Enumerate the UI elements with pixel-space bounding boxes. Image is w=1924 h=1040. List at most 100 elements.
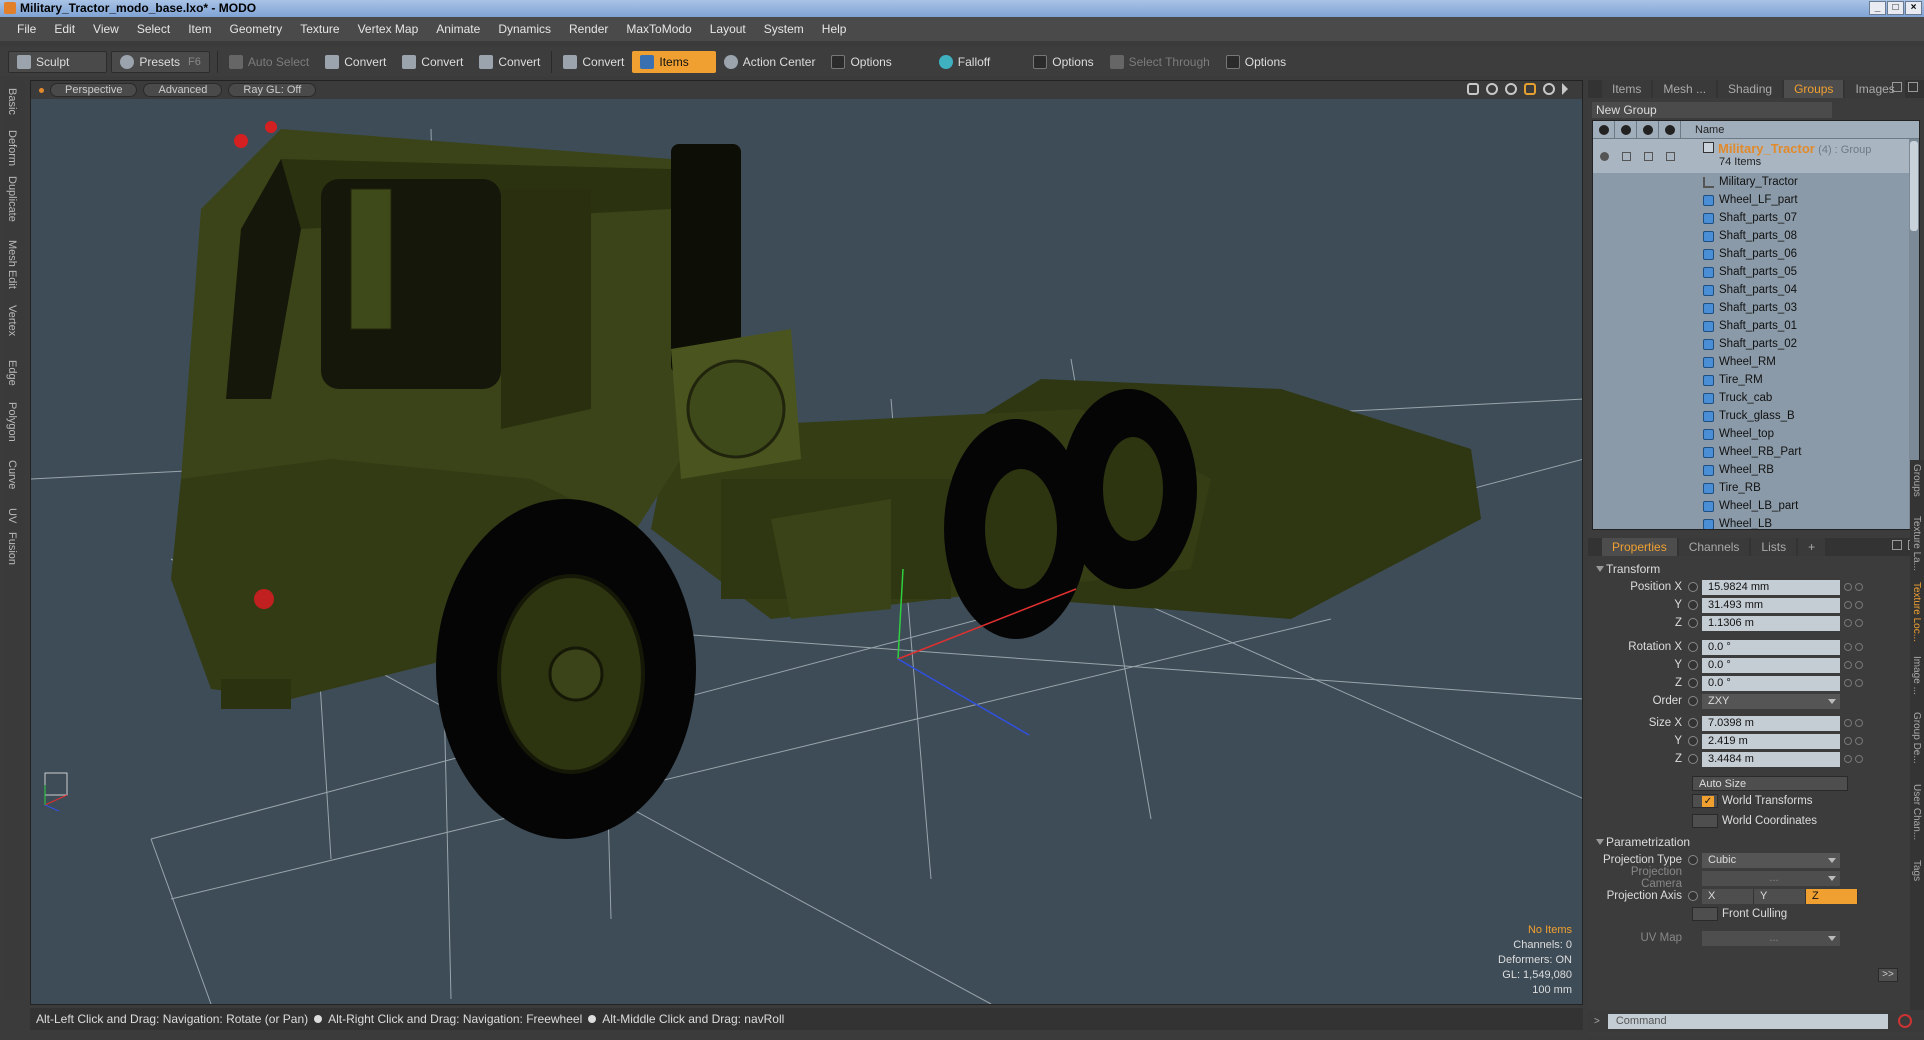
world-transforms-checkbox[interactable]: ✓ <box>1692 794 1718 808</box>
tree-item-row[interactable]: Shaft_parts_01 <box>1593 317 1919 335</box>
convert-button-3[interactable]: Convert <box>471 51 548 73</box>
channel-toggles[interactable] <box>1844 719 1863 727</box>
menu-maxtomodo[interactable]: MaxToModo <box>617 22 700 36</box>
action-center-button[interactable]: Action Center <box>716 51 824 73</box>
tab-mesh[interactable]: Mesh ... <box>1653 80 1717 98</box>
tree-item-row[interactable]: Truck_cab <box>1593 389 1919 407</box>
menu-select[interactable]: Select <box>128 22 179 36</box>
axis-y-option[interactable]: Y <box>1754 888 1806 904</box>
menu-system[interactable]: System <box>755 22 813 36</box>
channel-toggles[interactable] <box>1844 619 1863 627</box>
auto-size-button[interactable]: Auto Size <box>1692 775 1848 791</box>
rotation-x-field[interactable]: 0.0 ° <box>1702 639 1840 655</box>
front-culling-checkbox[interactable] <box>1692 907 1718 921</box>
channel-toggles[interactable] <box>1844 583 1863 591</box>
projection-camera-dropdown[interactable]: ... <box>1702 870 1840 886</box>
maximize-button[interactable]: □ <box>1887 1 1904 15</box>
tab-groups[interactable]: Groups <box>1784 80 1844 98</box>
tab-channels[interactable]: Channels <box>1678 538 1750 556</box>
tree-item-row[interactable]: Truck_glass_B <box>1593 407 1919 425</box>
tab-shading[interactable]: Shading <box>1718 80 1783 98</box>
render-toggle-icon[interactable] <box>1621 151 1631 161</box>
convert-button-1[interactable]: Convert <box>317 51 394 73</box>
transform-section[interactable]: Transform <box>1592 560 1920 578</box>
tree-item-row[interactable]: Shaft_parts_02 <box>1593 335 1919 353</box>
channel-toggles[interactable] <box>1844 737 1863 745</box>
tab-items[interactable]: Items <box>1602 80 1652 98</box>
keyframe-icon[interactable] <box>1688 696 1698 706</box>
channel-toggles[interactable] <box>1844 601 1863 609</box>
select-col-icon[interactable] <box>1659 121 1681 139</box>
channel-toggles[interactable] <box>1844 661 1863 669</box>
new-group-button[interactable]: New Group <box>1592 102 1832 118</box>
uv-map-dropdown[interactable]: ... <box>1702 930 1840 946</box>
menu-layout[interactable]: Layout <box>701 22 755 36</box>
items-mode-button[interactable]: Items <box>632 50 716 73</box>
convert-button-4[interactable]: Convert <box>555 51 632 73</box>
tree-item-row[interactable]: Military_Tractor <box>1593 173 1919 191</box>
tree-item-row[interactable]: Shaft_parts_07 <box>1593 209 1919 227</box>
tree-item-row[interactable]: Wheel_LB_part <box>1593 497 1919 515</box>
vtab-groups[interactable]: Groups <box>1911 464 1922 497</box>
vtab-tags[interactable]: Tags <box>1911 860 1922 881</box>
tab-deform[interactable]: Deform <box>6 130 18 166</box>
keyframe-icon[interactable] <box>1688 736 1698 746</box>
tab-mesh-edit[interactable]: Mesh Edit <box>6 240 18 289</box>
keyframe-icon[interactable] <box>1688 678 1698 688</box>
keyframe-icon[interactable] <box>1688 855 1698 865</box>
vtab-image[interactable]: Image ... <box>1911 656 1922 695</box>
rotation-z-field[interactable]: 0.0 ° <box>1702 675 1840 691</box>
view-type-dropdown[interactable]: Perspective <box>50 83 138 97</box>
action-center-options-button[interactable]: Options <box>823 51 930 73</box>
presets-button[interactable]: Presets F6 <box>111 50 210 73</box>
tab-fusion[interactable]: Fusion <box>6 532 18 565</box>
tree-item-row[interactable]: Tire_RB <box>1593 479 1919 497</box>
close-button[interactable]: × <box>1905 1 1922 15</box>
keyframe-icon[interactable] <box>1688 582 1698 592</box>
menu-item[interactable]: Item <box>179 22 220 36</box>
order-dropdown[interactable]: ZXY <box>1702 693 1840 709</box>
scrollbar-thumb[interactable] <box>1910 141 1918 231</box>
channel-toggles[interactable] <box>1844 755 1863 763</box>
select-options-button[interactable]: Options <box>1218 51 1323 73</box>
tab-curve[interactable]: Curve <box>6 460 18 489</box>
group-row[interactable]: Military_Tractor (4) : Group 74 Items <box>1593 139 1919 173</box>
size-y-field[interactable]: 2.419 m <box>1702 733 1840 749</box>
tab-duplicate[interactable]: Duplicate <box>6 176 18 222</box>
keyframe-icon[interactable] <box>1688 891 1698 901</box>
projection-type-dropdown[interactable]: Cubic <box>1702 852 1840 868</box>
record-macro-icon[interactable] <box>1897 1014 1912 1028</box>
size-x-field[interactable]: 7.0398 m <box>1702 715 1840 731</box>
expand-icon[interactable] <box>1892 540 1902 550</box>
channel-toggles[interactable] <box>1844 679 1863 687</box>
select-toggle-icon[interactable] <box>1665 151 1675 161</box>
menu-edit[interactable]: Edit <box>45 22 84 36</box>
fit-icon[interactable] <box>1524 83 1536 95</box>
tree-item-row[interactable]: Wheel_RB <box>1593 461 1919 479</box>
shading-dropdown[interactable]: Advanced <box>143 83 223 97</box>
keyframe-icon[interactable] <box>1688 754 1698 764</box>
tab-uv[interactable]: UV <box>6 508 18 523</box>
chevron-right-icon[interactable] <box>1562 83 1568 95</box>
raygl-dropdown[interactable]: Ray GL: Off <box>228 83 317 97</box>
pan-icon[interactable] <box>1467 83 1479 95</box>
tab-polygon[interactable]: Polygon <box>6 402 18 442</box>
visibility-col-icon[interactable] <box>1593 121 1615 139</box>
tab-lists[interactable]: Lists <box>1751 538 1797 556</box>
menu-help[interactable]: Help <box>813 22 856 36</box>
tree-item-row[interactable]: Wheel_LF_part <box>1593 191 1919 209</box>
command-input[interactable]: Command <box>1607 1013 1888 1029</box>
tab-properties[interactable]: Properties <box>1602 538 1677 556</box>
render-col-icon[interactable] <box>1615 121 1637 139</box>
axis-z-option[interactable]: Z <box>1806 888 1858 904</box>
vtab-group-display[interactable]: Group De... <box>1911 712 1922 764</box>
sculpt-button[interactable]: Sculpt <box>8 50 108 73</box>
viewport-menu-icon[interactable] <box>39 87 44 93</box>
rotation-y-field[interactable]: 0.0 ° <box>1702 657 1840 673</box>
keyframe-icon[interactable] <box>1688 718 1698 728</box>
position-z-field[interactable]: 1.1306 m <box>1702 615 1840 631</box>
menu-file[interactable]: File <box>8 22 45 36</box>
position-x-field[interactable]: 15.9824 mm <box>1702 579 1840 595</box>
menu-render[interactable]: Render <box>560 22 617 36</box>
tab-edge[interactable]: Edge <box>6 360 18 386</box>
